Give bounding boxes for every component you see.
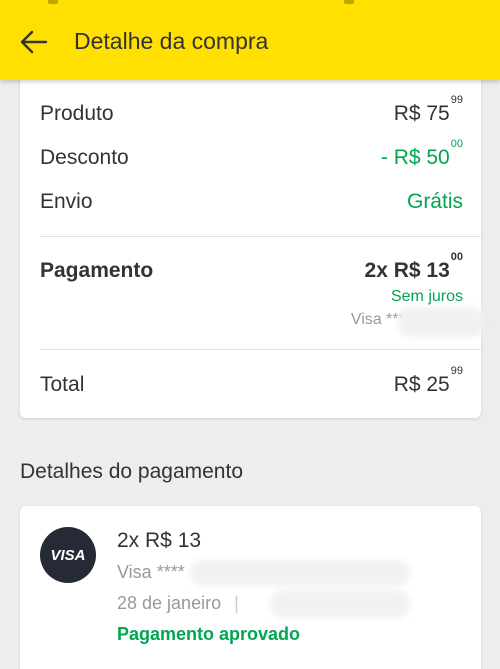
- shipping-label: Envio: [40, 190, 93, 213]
- redacted-area: [190, 560, 410, 586]
- total-label: Total: [40, 373, 85, 396]
- divider: [40, 349, 482, 350]
- discount-value: - R$ 5000: [380, 138, 463, 169]
- payment-status: Pagamento aprovado: [117, 624, 301, 644]
- payment-details-card[interactable]: VISA 2x R$ 13 Visa **** 28 de janeiro | …: [20, 506, 481, 669]
- back-button[interactable]: [16, 24, 52, 60]
- total-value: R$ 2599: [393, 365, 463, 396]
- arrow-left-icon: [20, 30, 48, 54]
- redacted-area: [270, 590, 410, 618]
- redacted-area: [398, 307, 484, 337]
- payment-value: 2x R$ 1300: [364, 251, 463, 282]
- divider: [40, 236, 482, 237]
- shipping-value: Grátis: [406, 190, 463, 213]
- purchase-summary-card: Produto R$ 7599 Desconto - R$ 5000 Envio…: [20, 62, 484, 418]
- page-title: Detalhe da compra: [74, 28, 269, 54]
- payment-date: 28 de janeiro |: [117, 593, 239, 613]
- product-value: R$ 7599: [393, 94, 463, 125]
- discount-label: Desconto: [40, 146, 129, 169]
- payment-details-title: Detalhes do pagamento: [20, 460, 243, 483]
- product-label: Produto: [40, 102, 114, 125]
- payment-amount: 2x R$ 13: [117, 529, 202, 552]
- status-bar: [0, 0, 500, 6]
- app-header: Detalhe da compra: [0, 0, 500, 80]
- payment-label: Pagamento: [40, 259, 154, 282]
- visa-logo-icon: VISA: [40, 527, 96, 583]
- payment-card-masked: Visa ****: [117, 562, 185, 582]
- interest-note: Sem juros: [390, 288, 463, 305]
